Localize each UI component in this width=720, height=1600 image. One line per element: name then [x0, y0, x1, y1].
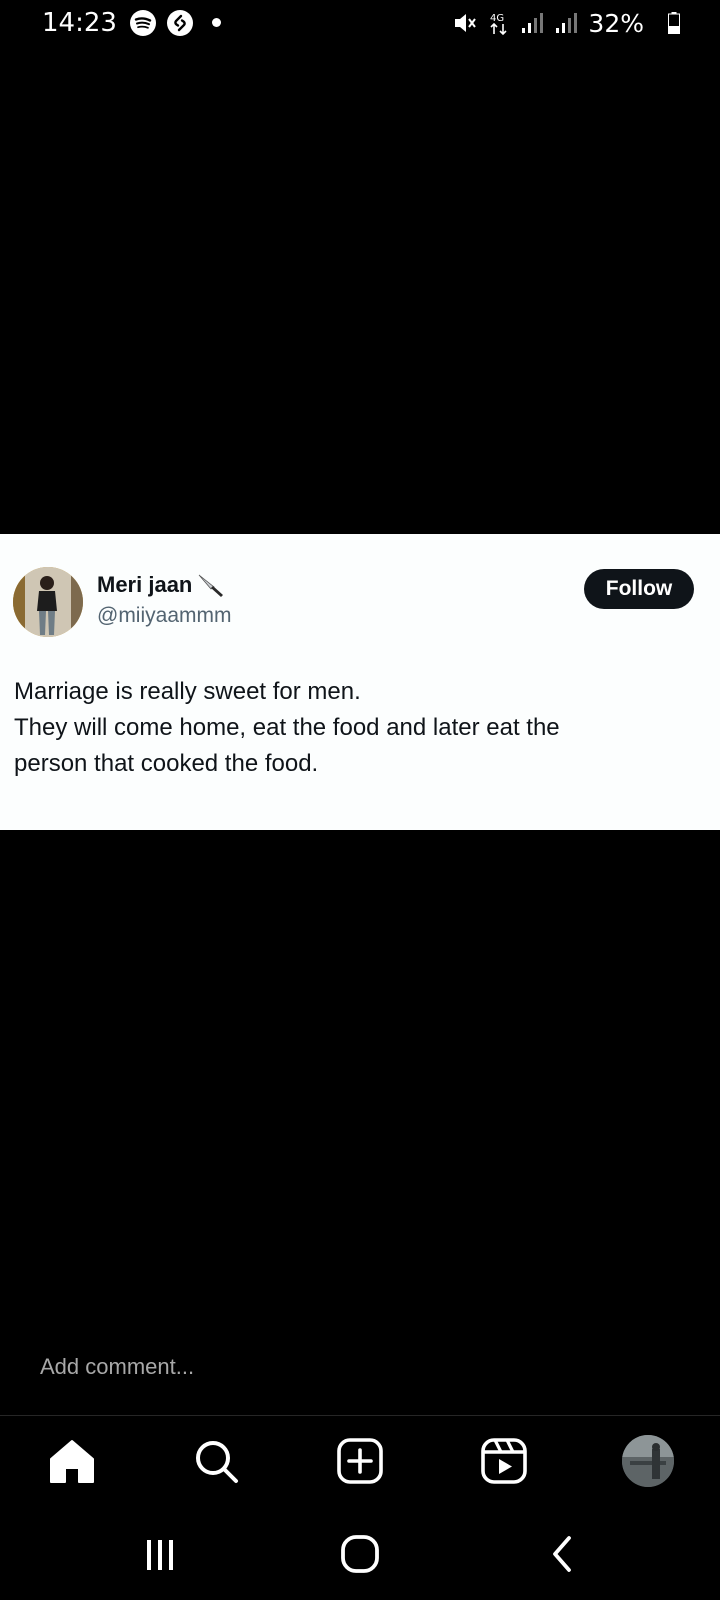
svg-text:4G: 4G — [490, 13, 504, 24]
nav-profile-button[interactable] — [622, 1435, 674, 1487]
reels-icon — [481, 1438, 527, 1484]
notification-dot — [212, 18, 221, 27]
profile-avatar — [622, 1435, 674, 1487]
follow-button[interactable]: Follow — [584, 569, 694, 609]
knife-icon — [199, 574, 224, 597]
tweet-text-line: person that cooked the food. — [14, 750, 319, 777]
mute-icon — [455, 14, 477, 32]
post-image[interactable]: Meri jaan @miiyaammm Follow Marriage is … — [0, 534, 720, 830]
battery-icon — [668, 12, 680, 34]
home-icon — [50, 1440, 94, 1483]
search-icon — [196, 1441, 238, 1483]
nav-home-button[interactable] — [46, 1435, 98, 1487]
status-time: 14:23 — [42, 8, 117, 38]
home-button-icon — [341, 1535, 379, 1573]
tweet-text-line: Marriage is really sweet for men. — [14, 678, 361, 705]
display-name-row: Meri jaan — [97, 572, 226, 598]
display-name: Meri jaan — [97, 572, 193, 597]
back-button[interactable] — [540, 1532, 584, 1576]
battery-percent: 32% — [588, 8, 644, 38]
recent-apps-button[interactable] — [138, 1532, 182, 1576]
nav-reels-button[interactable] — [478, 1435, 530, 1487]
recent-apps-icon — [147, 1540, 173, 1570]
back-icon — [553, 1536, 571, 1572]
tweet-text-line: They will come home, eat the food and la… — [14, 714, 560, 741]
avatar — [13, 567, 83, 637]
divider — [0, 1415, 720, 1416]
status-bar: 14:23 4G 32% — [0, 0, 720, 48]
shazam-icon — [167, 10, 193, 36]
signal-icon — [522, 13, 544, 33]
create-icon — [337, 1438, 383, 1484]
spotify-icon — [130, 10, 156, 36]
username: @miiyaammm — [97, 604, 232, 627]
signal-icon — [556, 13, 578, 33]
status-right-group: 4G 32% — [452, 8, 668, 38]
nav-search-button[interactable] — [190, 1435, 242, 1487]
add-comment-input[interactable]: Add comment... — [40, 1354, 194, 1380]
home-button[interactable] — [338, 1532, 382, 1576]
nav-create-button[interactable] — [334, 1435, 386, 1487]
tweet-text: Marriage is really sweet for men. They w… — [14, 674, 704, 782]
4g-data-icon: 4G — [490, 13, 507, 36]
